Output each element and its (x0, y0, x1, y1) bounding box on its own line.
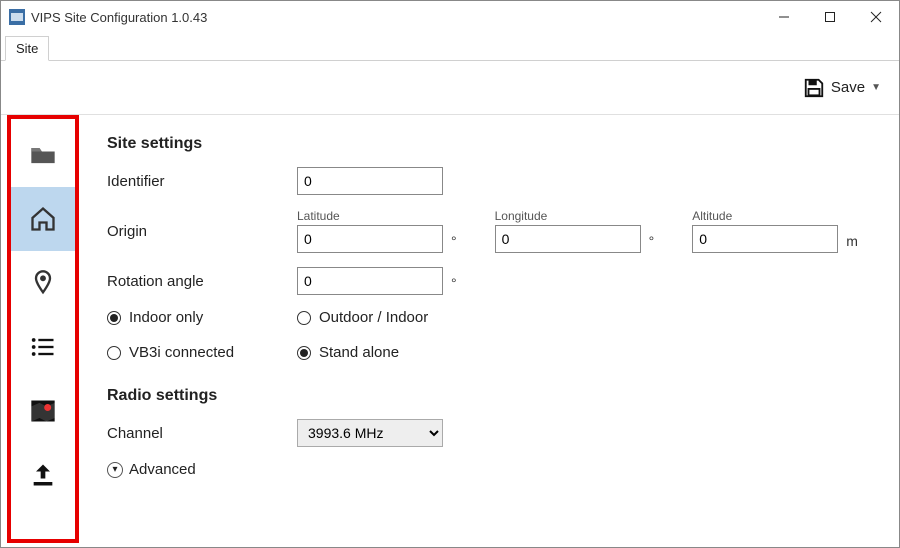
radio-dot-icon (297, 346, 311, 360)
sidebar-item-pin[interactable] (11, 251, 75, 315)
save-icon (803, 77, 825, 99)
menubar: Site (1, 33, 899, 61)
map-icon (29, 397, 57, 425)
radio-outdoor-indoor[interactable]: Outdoor / Indoor (297, 309, 517, 326)
radio-dot-icon (107, 346, 121, 360)
latitude-unit: ° (451, 233, 457, 249)
row-rotation: Rotation angle ° (107, 267, 875, 295)
altitude-unit: m (846, 233, 858, 249)
menu-site[interactable]: Site (5, 36, 49, 61)
home-icon (29, 205, 57, 233)
sidebar-item-list[interactable] (11, 315, 75, 379)
latitude-label: Latitude (297, 209, 443, 223)
longitude-unit: ° (649, 233, 655, 249)
vb3i-label: VB3i connected (129, 344, 234, 361)
radio-indoor-only[interactable]: Indoor only (107, 309, 297, 326)
longitude-input[interactable] (495, 225, 641, 253)
maximize-button[interactable] (807, 1, 853, 33)
app-icon (9, 9, 25, 25)
radio-settings-heading: Radio settings (107, 387, 875, 405)
radio-vb3i-connected[interactable]: VB3i connected (107, 344, 297, 361)
identifier-label: Identifier (107, 173, 297, 190)
chevron-down-icon: ▾ (107, 462, 123, 478)
window-title: VIPS Site Configuration 1.0.43 (31, 10, 761, 25)
row-identifier: Identifier (107, 167, 875, 195)
site-settings-heading: Site settings (107, 135, 875, 153)
radio-stand-alone[interactable]: Stand alone (297, 344, 517, 361)
rotation-input[interactable] (297, 267, 443, 295)
latitude-input[interactable] (297, 225, 443, 253)
row-origin: Origin Latitude ° Longitude ° Altitude m (107, 209, 875, 253)
sidebar-item-map[interactable] (11, 379, 75, 443)
altitude-input[interactable] (692, 225, 838, 253)
list-icon (29, 333, 57, 361)
upload-icon (29, 461, 57, 489)
rotation-unit: ° (451, 275, 457, 291)
radio-options: Indoor only Outdoor / Indoor VB3i connec… (107, 309, 875, 361)
sidebar-item-home[interactable] (11, 187, 75, 251)
origin-label: Origin (107, 223, 297, 240)
radio-dot-icon (107, 311, 121, 325)
folder-icon (29, 141, 57, 169)
advanced-label: Advanced (129, 461, 196, 478)
save-label: Save (831, 79, 865, 96)
window-controls (761, 1, 899, 33)
radio-dot-icon (297, 311, 311, 325)
main: Site settings Identifier Origin Latitude… (1, 115, 899, 547)
titlebar: VIPS Site Configuration 1.0.43 (1, 1, 899, 33)
longitude-label: Longitude (495, 209, 641, 223)
row-channel: Channel 3993.6 MHz (107, 419, 875, 447)
sidebar-item-upload[interactable] (11, 443, 75, 507)
content: Site settings Identifier Origin Latitude… (83, 115, 899, 547)
rotation-label: Rotation angle (107, 273, 297, 290)
identifier-input[interactable] (297, 167, 443, 195)
pin-icon (29, 269, 57, 297)
chevron-down-icon: ▼ (871, 82, 881, 93)
minimize-button[interactable] (761, 1, 807, 33)
close-button[interactable] (853, 1, 899, 33)
channel-label: Channel (107, 425, 297, 442)
advanced-toggle[interactable]: ▾ Advanced (107, 461, 875, 478)
indoor-only-label: Indoor only (129, 309, 203, 326)
toolbar: Save ▼ (1, 61, 899, 115)
channel-select[interactable]: 3993.6 MHz (297, 419, 443, 447)
sidebar-item-folder[interactable] (11, 123, 75, 187)
sidebar (7, 115, 79, 543)
save-button[interactable]: Save ▼ (803, 77, 881, 99)
standalone-label: Stand alone (319, 344, 399, 361)
outdoor-indoor-label: Outdoor / Indoor (319, 309, 428, 326)
altitude-label: Altitude (692, 209, 838, 223)
